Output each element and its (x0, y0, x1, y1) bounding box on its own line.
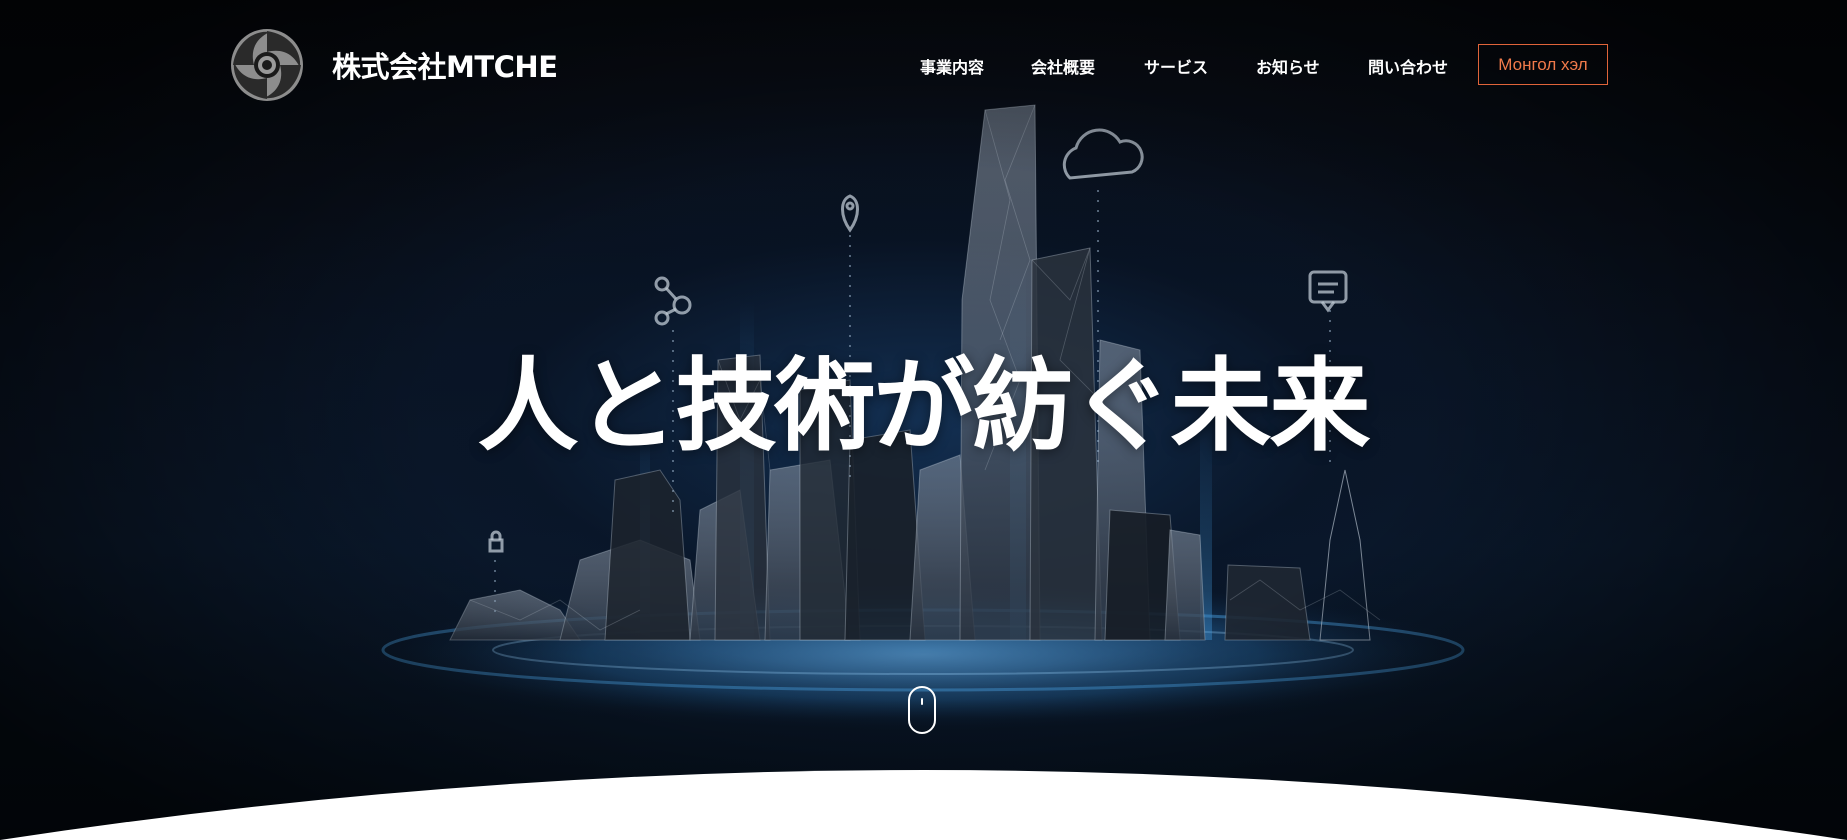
nav-item-business[interactable]: 事業内容 (920, 54, 984, 77)
company-name[interactable]: 株式会社MTCHE (332, 44, 558, 86)
nav-item-services[interactable]: サービス (1144, 54, 1208, 77)
scroll-wheel (921, 698, 923, 705)
hero-headline: 人と技術が紡ぐ未来 (477, 347, 1370, 465)
section-divider-curve (0, 770, 1847, 840)
nav-item-company[interactable]: 会社概要 (1031, 54, 1095, 77)
company-logo-icon[interactable] (230, 28, 304, 102)
nav-item-contact[interactable]: 問い合わせ (1368, 54, 1448, 77)
mouse-scroll-icon[interactable] (908, 686, 936, 734)
nav-item-news[interactable]: お知らせ (1256, 54, 1320, 77)
site-header: 株式会社MTCHE 事業内容 会社概要 サービス お知らせ 問い合わせ Монг… (0, 0, 1847, 130)
hero-section: 株式会社MTCHE 事業内容 会社概要 サービス お知らせ 問い合わせ Монг… (0, 0, 1847, 840)
language-button[interactable]: Монгол хэл (1478, 44, 1608, 85)
